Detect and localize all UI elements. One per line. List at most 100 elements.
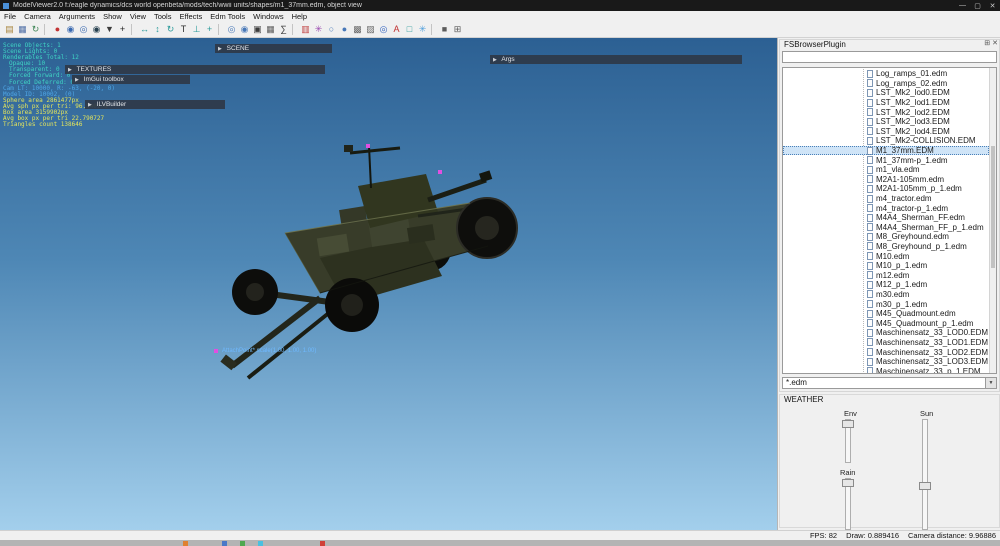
panels-icon[interactable]: ⊞ — [451, 22, 464, 36]
model-3d[interactable] — [170, 108, 530, 388]
rotate-icon[interactable]: ↻ — [164, 22, 177, 36]
file-item[interactable]: LST_Mk2_lod0.EDM — [783, 88, 989, 98]
file-item[interactable]: M10_p_1.edm — [783, 261, 989, 271]
file-item[interactable]: Maschinensatz_33_LOD0.EDM — [783, 328, 989, 338]
panel-header-textures[interactable]: ▶ TEXTURES — [65, 65, 325, 74]
file-item[interactable]: Maschinensatz_33_LOD1.EDM — [783, 338, 989, 348]
orbit-icon[interactable]: ◎ — [225, 22, 238, 36]
file-item[interactable]: M4A4_Sherman_FF_p_1.edm — [783, 223, 989, 233]
panel-options-icon[interactable]: ⊞ — [984, 39, 990, 47]
file-item[interactable]: LST_Mk2_lod2.EDM — [783, 107, 989, 117]
menu-item-tools[interactable]: Tools — [150, 12, 176, 21]
menu-item-windows[interactable]: Windows — [249, 12, 287, 21]
file-item[interactable]: M1_37mm.EDM — [783, 145, 989, 156]
panel-header-label: ImGui toolbox — [83, 76, 124, 83]
menu-item-show[interactable]: Show — [99, 12, 126, 21]
menu-item-help[interactable]: Help — [288, 12, 311, 21]
taskbar-app-icon[interactable] — [240, 541, 245, 546]
file-item[interactable]: Maschinensatz_33_LOD3.EDM — [783, 357, 989, 367]
panel-header-args[interactable]: ▶ Args — [490, 55, 742, 64]
normals-icon[interactable]: ⊥ — [190, 22, 203, 36]
file-item[interactable]: Log_ramps_02.edm — [783, 79, 989, 89]
move-vertical-icon[interactable]: ↕ — [151, 22, 164, 36]
file-item[interactable]: m4_tractor.edm — [783, 194, 989, 204]
chevron-down-icon[interactable]: ▼ — [985, 378, 996, 388]
panel-header-imgui-toolbox[interactable]: ▶ ImGui toolbox — [72, 75, 190, 84]
file-item[interactable]: LST_Mk2_lod3.EDM — [783, 117, 989, 127]
taskbar-app-icon[interactable] — [183, 541, 188, 546]
taskbar-app-icon[interactable] — [320, 541, 325, 546]
viewport-3d[interactable]: Scene Objects: 1 Scene Lights: 0 Renderabl… — [0, 38, 777, 530]
panel-close-icon[interactable]: ✕ — [992, 39, 998, 47]
rain-slider-thumb[interactable] — [842, 479, 854, 487]
circle-outline-icon[interactable]: ○ — [325, 22, 338, 36]
snow-icon[interactable]: ✳ — [416, 22, 429, 36]
minimize-button[interactable]: — — [955, 2, 970, 10]
reload-icon[interactable]: ↻ — [29, 22, 42, 36]
env-slider-thumb[interactable] — [842, 420, 854, 428]
file-filter-dropdown[interactable]: *.edm ▼ — [782, 377, 997, 389]
axes-icon[interactable]: + — [203, 22, 216, 36]
sphere-icon[interactable]: ◎ — [77, 22, 90, 36]
labels-icon[interactable]: A — [390, 22, 403, 36]
file-item[interactable]: m4_tractor-p_1.edm — [783, 203, 989, 213]
maximize-button[interactable]: ▢ — [970, 2, 985, 10]
menu-item-file[interactable]: File — [0, 12, 20, 21]
panel-header-scene[interactable]: ▶ SCENE — [215, 44, 332, 53]
file-item[interactable]: LST_Mk2_lod4.EDM — [783, 127, 989, 137]
file-item[interactable]: M2A1-105mm.edm — [783, 175, 989, 185]
menu-item-effects[interactable]: Effects — [175, 12, 206, 21]
menu-item-edm-tools[interactable]: Edm Tools — [206, 12, 249, 21]
file-item[interactable]: M8_Greyhound_p_1.edm — [783, 242, 989, 252]
file-item[interactable]: M45_Quadmount.edm — [783, 309, 989, 319]
file-item[interactable]: m12.edm — [783, 270, 989, 280]
save-icon[interactable]: ▦ — [16, 22, 29, 36]
grid-icon[interactable]: ▦ — [264, 22, 277, 36]
camera-icon[interactable]: ▣ — [251, 22, 264, 36]
file-item[interactable]: m1_vla.edm — [783, 165, 989, 175]
sun-slider[interactable] — [922, 419, 928, 530]
sun-slider-thumb[interactable] — [919, 482, 931, 490]
close-button[interactable]: ✕ — [985, 2, 1000, 10]
open-folder-icon[interactable]: ▤ — [3, 22, 16, 36]
mesh-icon[interactable]: ▨ — [364, 22, 377, 36]
stats-icon[interactable]: ∑ — [277, 22, 290, 36]
file-item[interactable]: M10.edm — [783, 251, 989, 261]
move-horizontal-icon[interactable]: ↔ — [138, 22, 151, 36]
globe-icon[interactable]: ◎ — [377, 22, 390, 36]
circle-filled-icon[interactable]: ● — [338, 22, 351, 36]
pin-icon[interactable]: ▼ — [103, 22, 116, 36]
record-icon[interactable]: ● — [51, 22, 64, 36]
menu-item-view[interactable]: View — [126, 12, 150, 21]
bounds-icon[interactable]: □ — [403, 22, 416, 36]
checker-icon[interactable]: ▩ — [351, 22, 364, 36]
file-item[interactable]: M2A1-105mm_p_1.edm — [783, 184, 989, 194]
file-item[interactable]: M4A4_Sherman_FF.edm — [783, 213, 989, 223]
box-icon[interactable]: ■ — [438, 22, 451, 36]
file-item[interactable]: M45_Quadmount_p_1.edm — [783, 318, 989, 328]
menu-item-camera[interactable]: Camera — [20, 12, 55, 21]
file-item[interactable]: LST_Mk2_lod1.EDM — [783, 98, 989, 108]
file-item[interactable]: LST_Mk2-COLLISION.EDM — [783, 136, 989, 146]
menu-item-arguments[interactable]: Arguments — [55, 12, 99, 21]
search-input[interactable] — [782, 51, 997, 63]
file-item[interactable]: Maschinensatz_33_p_1.EDM — [783, 366, 989, 373]
target-icon[interactable]: ◉ — [64, 22, 77, 36]
eye-icon[interactable]: ◉ — [90, 22, 103, 36]
taskbar-app-icon[interactable] — [222, 541, 227, 546]
file-item[interactable]: m30_p_1.edm — [783, 299, 989, 309]
file-item[interactable]: Maschinensatz_33_LOD2.EDM — [783, 347, 989, 357]
focus-icon[interactable]: ◉ — [238, 22, 251, 36]
scrollbar-thumb[interactable] — [991, 146, 995, 268]
file-item[interactable]: Log_ramps_01.edm — [783, 69, 989, 79]
add-icon[interactable]: + — [116, 22, 129, 36]
text-tool-icon[interactable]: T — [177, 22, 190, 36]
file-item[interactable]: M8_Greyhound.edm — [783, 232, 989, 242]
histogram-icon[interactable]: ▥ — [299, 22, 312, 36]
file-item[interactable]: m30.edm — [783, 290, 989, 300]
palette-icon[interactable]: ✳ — [312, 22, 325, 36]
taskbar-app-icon[interactable] — [258, 541, 263, 546]
list-scrollbar[interactable] — [989, 68, 996, 373]
file-item[interactable]: M12_p_1.edm — [783, 280, 989, 290]
file-item[interactable]: M1_37mm-p_1.edm — [783, 155, 989, 165]
